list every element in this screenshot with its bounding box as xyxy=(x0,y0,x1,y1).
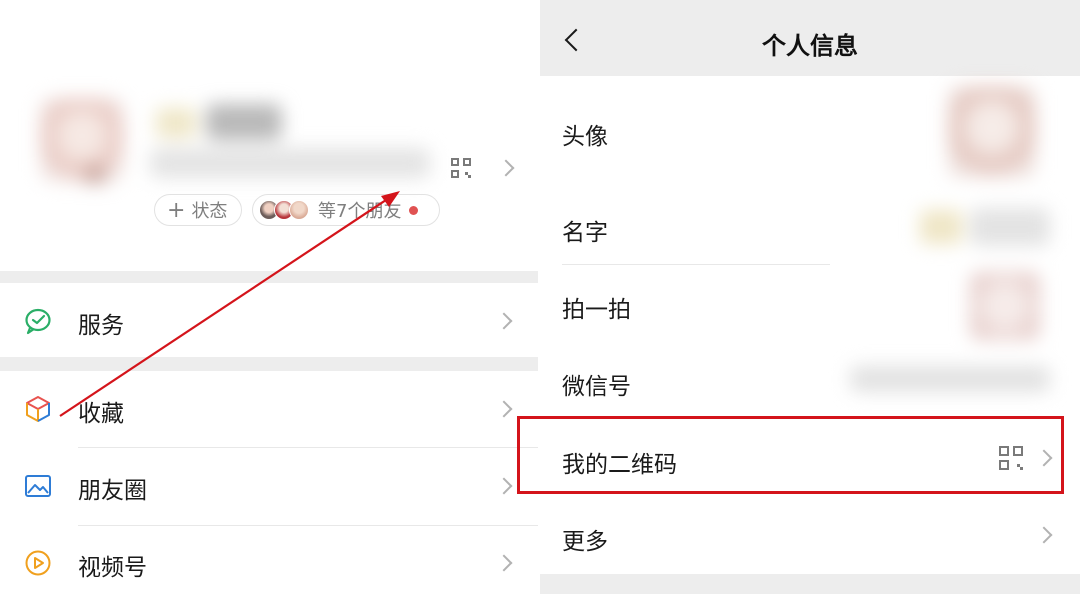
section-divider xyxy=(540,574,1080,594)
row-pat[interactable]: 拍一拍 xyxy=(540,265,1080,341)
nickname-blurred xyxy=(156,108,196,138)
avatar[interactable] xyxy=(40,98,124,182)
row-label: 名字 xyxy=(562,220,608,246)
row-name[interactable]: 名字 xyxy=(540,190,1080,264)
wechat-id-blurred xyxy=(150,148,430,178)
chevron-right-icon xyxy=(495,312,513,330)
page-title: 个人信息 xyxy=(762,32,858,60)
row-label: 微信号 xyxy=(562,374,631,400)
channels-play-icon xyxy=(25,550,51,576)
nav-bar: 个人信息 xyxy=(540,0,1080,76)
row-more[interactable]: 更多 xyxy=(540,496,1080,574)
friends-status-button[interactable]: 等7个朋友 xyxy=(252,194,440,226)
avatar-decoration xyxy=(86,168,104,182)
menu-item-moments[interactable]: 朋友圈 xyxy=(0,450,538,522)
service-icon xyxy=(25,308,51,335)
menu-item-label: 收藏 xyxy=(78,401,124,427)
section-divider xyxy=(0,357,538,371)
row-divider xyxy=(78,447,538,448)
row-wechat-id[interactable]: 微信号 xyxy=(540,341,1080,417)
nickname-blurred-part xyxy=(206,104,282,140)
unread-dot xyxy=(409,205,419,215)
chevron-right-icon xyxy=(1035,526,1053,544)
personal-info-screen: 个人信息 头像 名字 拍一拍 微信号 我的二维码 更多 xyxy=(540,0,1080,594)
menu-item-label: 视频号 xyxy=(78,555,147,581)
status-button[interactable]: + 状态 xyxy=(154,194,242,226)
status-label: 状态 xyxy=(191,201,228,222)
menu-item-label: 朋友圈 xyxy=(78,478,147,504)
row-label: 更多 xyxy=(562,529,608,555)
chevron-right-icon[interactable] xyxy=(497,159,515,177)
chevron-right-icon xyxy=(495,400,513,418)
friend-avatar xyxy=(289,200,309,220)
row-label: 拍一拍 xyxy=(562,297,631,323)
plus-icon: + xyxy=(167,197,186,223)
chevron-right-icon xyxy=(495,477,513,495)
row-divider xyxy=(78,525,538,526)
me-tab-screen: + 状态 等7个朋友 服务 收藏 朋友圈 视频号 xyxy=(0,0,538,594)
menu-item-service[interactable]: 服务 xyxy=(0,285,538,357)
menu-item-label: 服务 xyxy=(78,313,124,339)
qr-code-icon[interactable] xyxy=(451,158,471,178)
friends-count-label: 等7个朋友 xyxy=(318,201,402,222)
menu-item-channels[interactable]: 视频号 xyxy=(0,527,538,594)
chevron-right-icon xyxy=(495,554,513,572)
favorites-box-icon xyxy=(26,396,50,422)
menu-item-favorites[interactable]: 收藏 xyxy=(0,373,538,445)
section-divider xyxy=(0,271,538,283)
row-label: 头像 xyxy=(562,124,608,150)
annotation-highlight-box xyxy=(517,416,1064,494)
row-avatar[interactable]: 头像 xyxy=(540,76,1080,190)
moments-image-icon xyxy=(25,475,51,497)
